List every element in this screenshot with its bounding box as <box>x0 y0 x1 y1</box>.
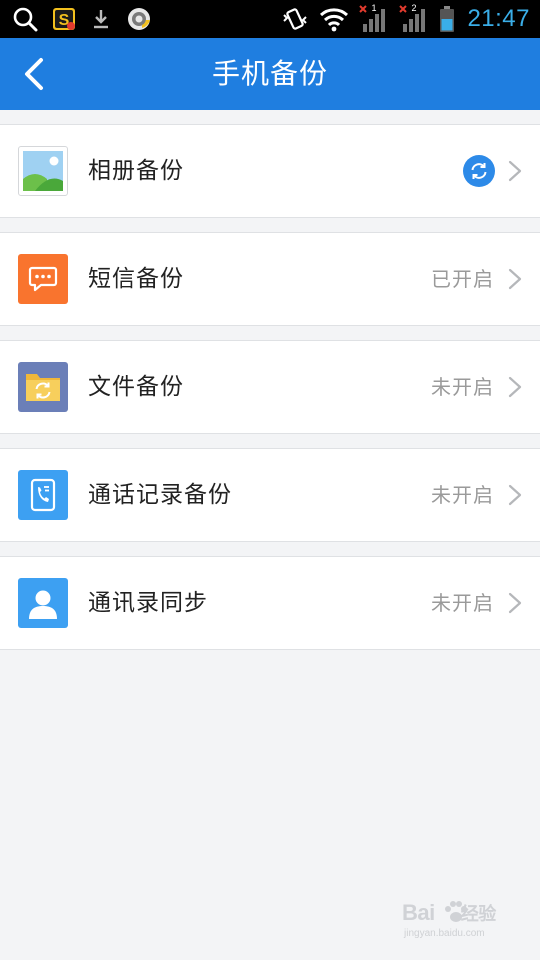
status-bar: S 1 2 21:47 <box>0 0 540 38</box>
wifi-icon <box>320 8 349 32</box>
folder-sync-icon <box>18 362 68 412</box>
status-bar-system: 1 2 21:47 <box>281 3 530 34</box>
status-clock: 21:47 <box>467 5 530 32</box>
backup-item-photos[interactable]: 相册备份 <box>0 124 540 218</box>
sync-status-icon <box>463 155 495 187</box>
backup-list: 相册备份 短信备份 已开启 文件备份 未开启 通话记录备份 未开启 通讯录同步 … <box>0 124 540 664</box>
backup-status: 已开启 <box>431 267 494 291</box>
chevron-right-icon <box>508 592 522 614</box>
contact-icon <box>18 578 68 628</box>
chevron-right-icon <box>508 376 522 398</box>
page-title: 手机备份 <box>211 57 328 90</box>
app-header: 手机备份 <box>0 38 540 110</box>
backup-item-label: 短信备份 <box>88 266 184 292</box>
status-bar-notifications: S <box>12 4 152 34</box>
chevron-right-icon <box>508 268 522 290</box>
backup-status: 未开启 <box>431 375 494 399</box>
backup-status: 未开启 <box>431 483 494 507</box>
baidu-jingyan-watermark: Bai 经验 jingyan.baidu.com <box>402 898 512 946</box>
security-app-icon <box>128 8 150 30</box>
chevron-right-icon <box>508 160 522 182</box>
backup-item-label: 通话记录备份 <box>88 482 232 508</box>
sim2-label: 2 <box>411 3 417 13</box>
sim1-label: 1 <box>371 3 377 13</box>
backup-item-contacts[interactable]: 通讯录同步 未开启 <box>0 556 540 650</box>
backup-item-label: 文件备份 <box>88 374 184 400</box>
vibrate-icon <box>283 8 308 30</box>
signal-sim2: 2 <box>399 3 429 33</box>
photo-icon <box>18 146 68 196</box>
battery-icon <box>440 6 455 32</box>
backup-item-files[interactable]: 文件备份 未开启 <box>0 340 540 434</box>
search-icon <box>13 7 38 32</box>
backup-item-label: 通讯录同步 <box>88 590 208 616</box>
backup-item-call-log[interactable]: 通话记录备份 未开启 <box>0 448 540 542</box>
signal-sim1: 1 <box>359 3 389 33</box>
app-s-notification-icon: S <box>53 8 75 30</box>
message-icon <box>18 254 68 304</box>
backup-item-sms[interactable]: 短信备份 已开启 <box>0 232 540 326</box>
download-icon <box>94 10 108 29</box>
paw-icon <box>445 901 467 922</box>
chevron-right-icon <box>508 484 522 506</box>
watermark-url: jingyan.baidu.com <box>404 928 485 939</box>
call-log-icon <box>18 470 68 520</box>
watermark-brand-text: Bai <box>402 900 435 925</box>
backup-status: 未开启 <box>431 591 494 615</box>
backup-item-label: 相册备份 <box>88 158 184 184</box>
